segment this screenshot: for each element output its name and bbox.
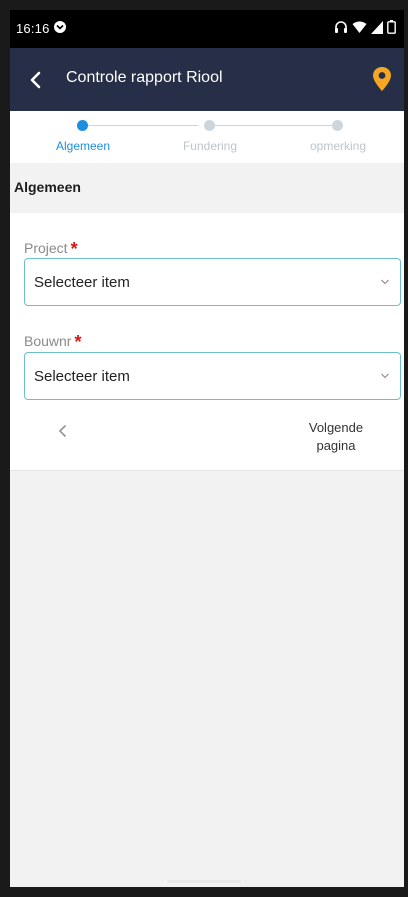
wifi-icon: [352, 21, 367, 33]
bouwnr-select[interactable]: Selecteer item: [24, 352, 401, 400]
form-stepper: Algemeen Fundering opmerking: [10, 111, 404, 163]
project-select[interactable]: Selecteer item: [24, 258, 401, 306]
next-page-label-line1: Volgende: [308, 420, 364, 435]
step-label-opmerking[interactable]: opmerking: [288, 139, 388, 153]
step-indicator-fundering[interactable]: [204, 120, 215, 131]
headset-icon: [335, 21, 347, 33]
signal-icon: [371, 20, 383, 34]
section-header: Algemeen: [10, 163, 404, 213]
section-title: Algemeen: [14, 179, 81, 195]
status-icons: [334, 19, 396, 35]
required-marker: *: [74, 332, 82, 352]
page-title: Controle rapport Riool: [66, 69, 223, 86]
battery-icon: [387, 20, 396, 34]
bouwnr-field-label: Bouwnr *: [24, 330, 82, 352]
do-not-disturb-icon: [54, 21, 66, 33]
step-connector: [88, 125, 198, 126]
page-navigation: Volgende pagina: [10, 413, 404, 469]
project-select-value: Selecteer item: [34, 274, 130, 291]
step-indicator-opmerking[interactable]: [332, 120, 343, 131]
form-card: Project * Selecteer item Bouwnr * Selectee…: [10, 213, 404, 471]
gesture-nav-handle[interactable]: [167, 880, 241, 883]
app-screen: 16:16 Controle rapport Riool Algemeen Fu…: [10, 10, 404, 887]
step-connector: [214, 125, 332, 126]
previous-page-button[interactable]: [54, 421, 72, 441]
next-page-button[interactable]: Volgende pagina: [300, 419, 372, 455]
app-bar: Controle rapport Riool: [10, 48, 404, 111]
project-field-label: Project *: [24, 237, 78, 259]
status-time: 16:16: [16, 21, 50, 36]
required-marker: *: [70, 239, 78, 259]
status-bar: 16:16: [10, 10, 404, 48]
location-pin-icon[interactable]: [372, 66, 392, 92]
back-arrow-icon[interactable]: [22, 66, 50, 94]
step-label-algemeen[interactable]: Algemeen: [33, 139, 133, 153]
project-label-text: Project: [24, 240, 68, 256]
chevron-down-icon: [381, 373, 389, 379]
bouwnr-select-value: Selecteer item: [34, 368, 130, 385]
device-frame: 16:16 Controle rapport Riool Algemeen Fu…: [0, 0, 408, 897]
bouwnr-label-text: Bouwnr: [24, 333, 72, 349]
step-indicator-algemeen[interactable]: [77, 120, 88, 131]
chevron-down-icon: [381, 279, 389, 285]
step-label-fundering[interactable]: Fundering: [160, 139, 260, 153]
next-page-label-line2: pagina: [316, 438, 356, 453]
